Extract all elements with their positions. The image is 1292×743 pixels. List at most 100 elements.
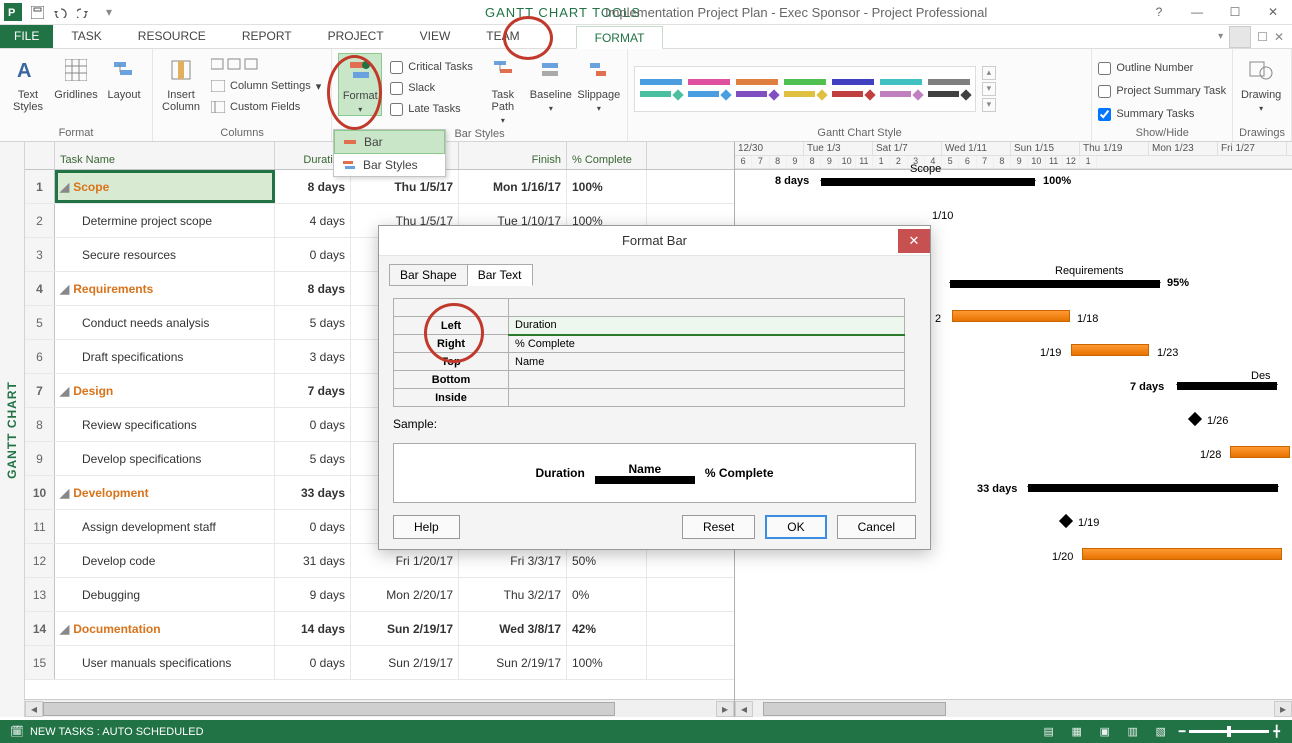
help-icon[interactable]: ? [1144,5,1174,19]
view-usage-icon[interactable]: ▦ [1067,725,1087,738]
gallery-up-icon[interactable]: ▴ [982,66,996,80]
undo-icon[interactable] [50,1,72,23]
ribbon: AText Styles Gridlines Layout Format Ins… [0,49,1292,142]
account-chevron-icon[interactable]: ▾ [1218,31,1223,42]
team-tab[interactable]: TEAM [468,25,537,48]
layout-button[interactable]: Layout [102,53,146,101]
cancel-button[interactable]: Cancel [837,515,916,539]
svg-text:A: A [17,60,31,82]
gantt-style-option[interactable] [637,69,685,109]
view-resource-icon[interactable]: ▧ [1151,725,1171,738]
outline-number-checkbox[interactable]: Outline Number [1098,57,1226,79]
late-tasks-checkbox[interactable]: Late Tasks [386,99,477,119]
view-gantt-icon[interactable]: ▤ [1039,725,1059,738]
close-child-icon[interactable]: ✕ [1274,30,1284,44]
label-2: 2 [935,313,941,325]
drawings-group-label: Drawings [1239,125,1285,141]
gantt-style-option[interactable] [733,69,781,109]
row-right[interactable]: Right [394,335,509,353]
critical-tasks-checkbox[interactable]: Critical Tasks [386,57,477,77]
gantt-style-option[interactable] [781,69,829,109]
col-task-name[interactable]: Task Name [55,142,275,169]
zoom-slider[interactable]: ━╋ [1179,725,1280,738]
row-bottom[interactable]: Bottom [394,371,509,389]
file-tab[interactable]: FILE [0,25,53,48]
val-top[interactable]: Name [509,353,905,371]
table-row[interactable]: 14◢Documentation14 daysSun 2/19/17Wed 3/… [25,612,734,646]
label-95: 95% [1167,277,1189,289]
sample-label: Sample: [393,417,916,431]
resource-tab[interactable]: RESOURCE [120,25,224,48]
menu-bar-styles[interactable]: Bar Styles [334,154,445,176]
custom-fields-button[interactable]: Custom Fields [207,97,325,117]
summary-tasks-checkbox[interactable]: Summary Tasks [1098,103,1226,125]
slack-checkbox[interactable]: Slack [386,78,477,98]
gantt-style-option[interactable] [925,69,973,109]
label-dev-dur: 33 days [977,483,1017,495]
table-row[interactable]: 15User manuals specifications0 daysSun 2… [25,646,734,680]
row-top[interactable]: Top [394,353,509,371]
dialog-titlebar[interactable]: Format Bar ✕ [379,226,930,256]
align-left-button[interactable] [207,55,325,75]
view-network-icon[interactable]: ▣ [1095,725,1115,738]
gallery-down-icon[interactable]: ▾ [982,82,996,96]
gantt-style-option[interactable] [829,69,877,109]
tab-bar-text[interactable]: Bar Text [467,264,533,286]
dialog-close-button[interactable]: ✕ [898,229,930,253]
col-pct[interactable]: % Complete [567,142,647,169]
titlebar: P ▾ GANTT CHART TOOLS Implementation Pro… [0,0,1292,25]
gantt-style-option[interactable] [877,69,925,109]
ok-button[interactable]: OK [765,515,826,539]
view-calendar-icon[interactable]: ▥ [1123,725,1143,738]
bar-conduct [952,310,1070,322]
col-finish[interactable]: Finish [459,142,567,169]
restore-ribbon-icon[interactable]: ☐ [1257,30,1268,44]
close-icon[interactable]: ✕ [1258,5,1288,19]
col-indicator[interactable] [25,142,55,169]
report-tab[interactable]: REPORT [224,25,310,48]
help-button[interactable]: Help [393,515,460,539]
drawing-button[interactable]: Drawing▾ [1239,53,1283,114]
columns-group-label: Columns [159,125,325,141]
column-settings-button[interactable]: Column Settings ▾ [207,76,325,96]
timeline-hscroll[interactable]: ◂▸ [735,699,1292,717]
gridlines-button[interactable]: Gridlines [54,53,98,101]
format-tab[interactable]: FORMAT [576,26,664,49]
view-tab[interactable]: VIEW [402,25,469,48]
project-summary-checkbox[interactable]: Project Summary Task [1098,80,1226,102]
reset-button[interactable]: Reset [682,515,755,539]
row-left[interactable]: Left [394,317,509,335]
table-row[interactable]: 13Debugging9 daysMon 2/20/17Thu 3/2/170% [25,578,734,612]
baseline-button[interactable]: Baseline▾ [529,53,573,114]
gantt-style-option[interactable] [685,69,733,109]
text-styles-button[interactable]: AText Styles [6,53,50,113]
insert-column-button[interactable]: Insert Column [159,53,203,113]
tab-bar-shape[interactable]: Bar Shape [389,264,468,286]
task-tab[interactable]: TASK [53,25,119,48]
slippage-button[interactable]: Slippage▾ [577,53,621,114]
val-right[interactable]: % Complete [509,335,905,353]
format-dropdown-button[interactable]: Format▾ [338,53,382,116]
row-inside[interactable]: Inside [394,389,509,407]
val-inside[interactable] [509,389,905,407]
bar-design [1177,382,1277,390]
label-1-20: 1/20 [1052,551,1073,563]
bar-devspec [1230,446,1290,458]
menu-bar[interactable]: Bar [334,130,445,154]
avatar[interactable] [1229,26,1251,48]
svg-text:P: P [8,7,15,19]
minimize-icon[interactable]: — [1182,5,1212,19]
qat-more-icon[interactable]: ▾ [98,1,120,23]
val-bottom[interactable] [509,371,905,389]
redo-icon[interactable] [74,1,96,23]
label-scope-pct: 100% [1043,175,1071,187]
task-path-button[interactable]: Task Path▾ [481,53,525,126]
val-left[interactable]: Duration [509,317,905,335]
save-icon[interactable] [26,1,48,23]
project-tab[interactable]: PROJECT [310,25,402,48]
gallery-more-icon[interactable]: ▾ [982,98,996,112]
milestone-review [1188,412,1202,426]
restore-icon[interactable]: ☐ [1220,5,1250,19]
grid-hscroll[interactable]: ◂▸ [25,699,734,717]
gantt-style-gallery[interactable] [634,66,976,112]
